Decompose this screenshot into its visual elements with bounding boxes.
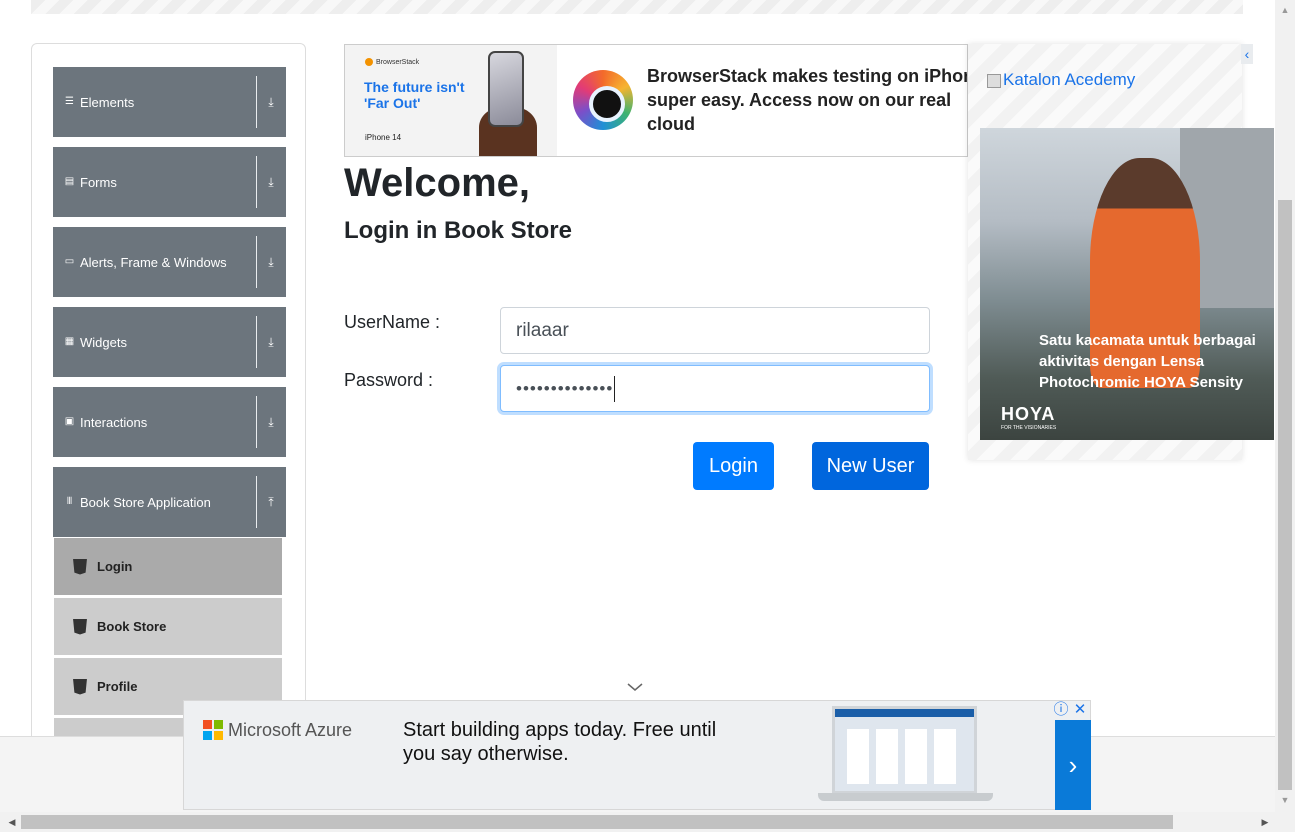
- sidebar-group-book-store-application[interactable]: 𝍫 Book Store Application ⤒: [53, 467, 286, 537]
- laptop-base: [818, 793, 993, 801]
- ad-promo-panel: BrowserStack The future isn't 'Far Out' …: [345, 45, 557, 156]
- ad-message: BrowserStack makes testing on iPhone sup…: [647, 66, 968, 134]
- azure-ad-banner[interactable]: Microsoft Azure Start building apps toda…: [183, 700, 1091, 810]
- browserstack-ad-banner[interactable]: BrowserStack The future isn't 'Far Out' …: [344, 44, 968, 157]
- chevron-down-icon[interactable]: [626, 680, 644, 694]
- horizontal-scroll-thumb[interactable]: [21, 815, 1173, 829]
- microsoft-logo-icon: [203, 720, 223, 740]
- browserstack-logo: BrowserStack: [365, 58, 419, 66]
- hamburger-icon: ☰: [65, 96, 74, 107]
- form-icon: ▤: [64, 176, 75, 187]
- divider: [256, 476, 257, 528]
- library-icon: 𝍫: [67, 496, 72, 507]
- username-input[interactable]: rilaaar: [500, 307, 930, 354]
- left-navigation-panel: ☰ Elements ⤓ ▤ Forms ⤓ ▭ Alerts, Frame &…: [31, 43, 306, 743]
- ad-next-button[interactable]: ›: [1055, 720, 1091, 810]
- username-value: rilaaar: [516, 319, 569, 341]
- phone-image: [488, 51, 524, 127]
- collapse-arrow-icon: ⤒: [268, 494, 274, 509]
- browserstack-circle-logo: [573, 70, 633, 130]
- grid-icon: ▦: [64, 336, 75, 347]
- hoya-logo: HOYA: [1001, 404, 1056, 424]
- vertical-scrollbar[interactable]: ▲ ▼: [1275, 0, 1295, 812]
- password-label: Password :: [344, 370, 434, 390]
- azure-ad-message: Start building apps today. Free until yo…: [403, 719, 717, 765]
- sidebar-item-login[interactable]: Login: [54, 538, 282, 596]
- hoya-ad-image[interactable]: Satu kacamata untuk berbagai aktivitas d…: [980, 128, 1274, 440]
- sidebar-group-label: Forms: [80, 174, 117, 190]
- window-icon: ▭: [64, 256, 75, 267]
- sidebar-group-forms[interactable]: ▤ Forms ⤓: [53, 147, 286, 217]
- hoya-ad-copy: Satu kacamata untuk berbagai aktivitas d…: [1039, 330, 1274, 393]
- expand-arrow-icon: ⤓: [268, 334, 274, 349]
- hoya-copy-line: Photochromic HOYA Sensity: [1039, 374, 1243, 391]
- sidebar-item-label: Book Store: [97, 619, 167, 634]
- laptop-image: [832, 706, 977, 794]
- expand-arrow-icon: ⤓: [268, 174, 274, 189]
- sidebar-item-label: Login: [97, 559, 133, 574]
- html5-icon: [73, 678, 87, 695]
- html5-icon: [73, 618, 87, 635]
- vertical-scroll-thumb[interactable]: [1278, 200, 1292, 790]
- ad-tagline: The future isn't 'Far Out': [364, 79, 465, 111]
- text-caret: [614, 375, 616, 402]
- sidebar-group-label: Book Store Application: [80, 494, 211, 510]
- ad-message-panel: BrowserStack makes testing on iPhone sup…: [559, 56, 968, 146]
- sidebar-item-book-store[interactable]: Book Store: [54, 598, 282, 656]
- ad-model-text: iPhone 14: [365, 133, 402, 142]
- ad-info-icon[interactable]: ⓘ: [1052, 701, 1070, 719]
- sidebar-group-widgets[interactable]: ▦ Widgets ⤓: [53, 307, 286, 377]
- ad-close-icon[interactable]: ✕: [1071, 701, 1089, 719]
- login-button[interactable]: Login: [693, 442, 774, 490]
- new-user-button[interactable]: New User: [812, 442, 929, 490]
- horizontal-scrollbar[interactable]: ◀ ▶: [0, 812, 1295, 832]
- broken-image-icon: [987, 73, 1001, 88]
- sidebar-group-alerts[interactable]: ▭ Alerts, Frame & Windows ⤓: [53, 227, 286, 297]
- divider: [256, 76, 257, 128]
- hoya-copy-line: Satu kacamata untuk berbagai: [1039, 332, 1256, 349]
- scroll-right-arrow-icon[interactable]: ▶: [1256, 812, 1274, 832]
- html5-icon: [73, 558, 87, 575]
- scroll-down-arrow-icon[interactable]: ▼: [1275, 792, 1295, 808]
- expand-arrow-icon: ⤓: [268, 414, 274, 429]
- scroll-up-arrow-icon[interactable]: ▲: [1275, 2, 1295, 18]
- divider: [256, 156, 257, 208]
- scroll-left-arrow-icon[interactable]: ◀: [3, 812, 21, 832]
- divider: [256, 236, 257, 288]
- header-banner-strip: [31, 0, 1243, 14]
- sidebar-group-label: Elements: [80, 94, 135, 110]
- divider: [256, 316, 257, 368]
- expand-arrow-icon: ⤓: [268, 254, 274, 269]
- password-value: ••••••••••••••: [516, 378, 614, 398]
- hoya-slogan: FOR THE VISIONARIES: [1001, 425, 1057, 431]
- sidebar-group-elements[interactable]: ☰ Elements ⤓: [53, 67, 286, 137]
- sidebar-group-interactions[interactable]: ▣ Interactions ⤓: [53, 387, 286, 457]
- divider: [256, 396, 257, 448]
- ad-collapse-icon[interactable]: ‹: [1241, 44, 1253, 64]
- azure-brand-name: Microsoft Azure: [228, 720, 353, 740]
- katalon-link-text: Katalon Acedemy: [1003, 70, 1136, 89]
- sidebar-item-label: Profile: [97, 679, 138, 694]
- password-input[interactable]: ••••••••••••••: [500, 365, 930, 412]
- sidebar-group-label: Widgets: [80, 334, 127, 350]
- page-title: Welcome,: [344, 161, 530, 205]
- page-subtitle: Login in Book Store: [344, 217, 572, 244]
- username-label: UserName :: [344, 312, 441, 332]
- page: ☰ Elements ⤓ ▤ Forms ⤓ ▭ Alerts, Frame &…: [0, 0, 1295, 832]
- hoya-copy-line: aktivitas dengan Lensa: [1039, 353, 1205, 370]
- sidebar-group-label: Alerts, Frame & Windows: [80, 254, 227, 270]
- expand-arrow-icon: ⤓: [268, 94, 274, 109]
- sidebar-group-label: Interactions: [80, 414, 148, 430]
- katalon-academy-link[interactable]: Katalon Acedemy: [987, 70, 1135, 90]
- interaction-icon: ▣: [64, 416, 75, 427]
